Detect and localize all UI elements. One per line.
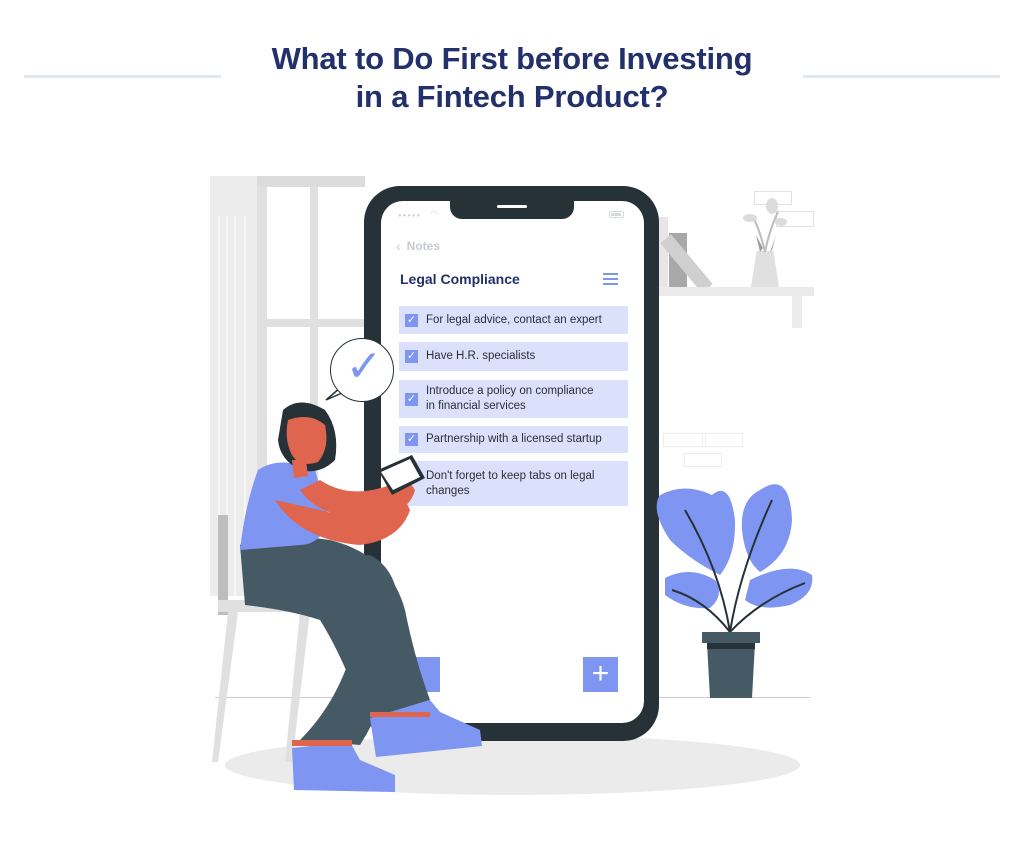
check-icon: ✓ <box>345 342 383 391</box>
illustration: ●●●●● ◠ ‹ Notes Legal Compliance ✓ For l… <box>0 0 1024 841</box>
speech-bubble <box>325 387 343 401</box>
